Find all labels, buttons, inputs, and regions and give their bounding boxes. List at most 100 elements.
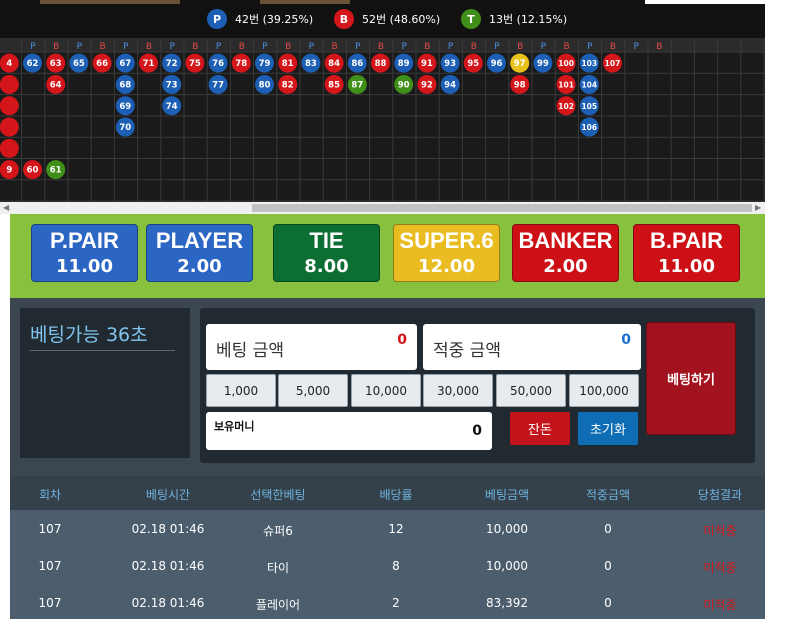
bead-number: 60	[27, 166, 39, 176]
cell-result: 미적중	[703, 561, 737, 575]
bead-number: 104	[581, 80, 597, 89]
table-row: 107 02.18 01:46 타이 8 10,000 0 미적중	[10, 547, 765, 584]
bead-header-label: P	[30, 42, 36, 52]
chip-10000-button[interactable]: 10,000	[351, 374, 421, 407]
win-amount-label: 적중 금액	[433, 341, 501, 361]
bead-number: 106	[581, 123, 597, 132]
baccarat-betting-screen: { "stats": { "player": {"badge": "P", "t…	[0, 0, 800, 619]
bead-number: 67	[119, 59, 131, 69]
bet-odds: 8.00	[304, 256, 349, 277]
bead-header-label: P	[262, 42, 268, 52]
cell-selected-bet: 타이	[266, 561, 290, 575]
bead-header-label: P	[216, 42, 222, 52]
bead-header-label: B	[53, 42, 59, 52]
cell-bet-time: 02.18 01:46	[131, 559, 205, 573]
bead-number: 80	[259, 80, 271, 90]
header-win-amount: 적중금액	[585, 488, 631, 502]
bead-header-label: B	[471, 42, 477, 52]
bet-name: P.PAIR	[50, 228, 119, 253]
bead-banker	[0, 74, 19, 94]
chip-50000-button[interactable]: 50,000	[496, 374, 566, 407]
bead-number: 83	[305, 59, 317, 69]
bead-header-label: B	[517, 42, 523, 52]
cell-result: 미적중	[703, 598, 737, 612]
bead-header-label: B	[564, 42, 570, 52]
bead-header-label: P	[355, 42, 361, 52]
bead-header-label: B	[192, 42, 198, 52]
bet-options-panel: P.PAIR 11.00 PLAYER 2.00 TIE 8.00 SUPER.…	[10, 214, 765, 298]
bead-number: 95	[467, 59, 479, 69]
cell-win-amount: 0	[604, 559, 612, 573]
bead-number: 63	[50, 59, 62, 69]
scrollbar-thumb[interactable]	[252, 204, 752, 212]
bead-number: 103	[581, 59, 597, 68]
timer-box: 베팅가능 36초	[20, 308, 190, 458]
bead-header-label: P	[77, 42, 83, 52]
bead-road: P B P B P B P B P B P B P B P B P B P B P B P B P B P B 4 9 62 60 63 64 61…	[0, 38, 765, 202]
bead-number: 96	[491, 59, 503, 69]
bead-banker	[0, 96, 19, 116]
header-round: 회차	[38, 488, 62, 502]
bead-number: 99	[537, 59, 549, 69]
scroll-left-icon[interactable]: ◀	[3, 203, 9, 212]
cell-bet-amount: 83,392	[486, 596, 528, 610]
chip-30000-button[interactable]: 30,000	[423, 374, 493, 407]
cell-odds: 12	[388, 522, 404, 536]
bet-player-button[interactable]: PLAYER 2.00	[146, 224, 253, 282]
bet-amount-field: 베팅 금액 0	[206, 324, 417, 370]
place-bet-button[interactable]: 베팅하기	[646, 322, 736, 435]
bead-number: 97	[514, 59, 526, 69]
bet-tie-button[interactable]: TIE 8.00	[273, 224, 380, 282]
bead-number: 102	[558, 102, 574, 111]
header-odds: 배당률	[379, 488, 413, 502]
bet-name: B.PAIR	[650, 228, 723, 253]
bead-header-label: P	[494, 42, 500, 52]
bead-number: 90	[398, 80, 410, 90]
bead-number: 70	[119, 123, 131, 133]
table-row: 107 02.18 01:46 슈퍼6 12 10,000 0 미적중	[10, 510, 765, 547]
reset-button[interactable]: 초기화	[578, 412, 638, 445]
table-row: 107 02.18 01:46 플레이어 2 83,392 0 미적중	[10, 584, 765, 619]
bead-number: 61	[50, 166, 62, 176]
bead-header-label: B	[378, 42, 384, 52]
result-statistics-bar: P 42번 (39.25%) B 52번 (48.60%) T 13번 (12.…	[0, 0, 765, 38]
bet-super6-button[interactable]: SUPER.6 12.00	[393, 224, 500, 282]
bet-b-pair-button[interactable]: B.PAIR 11.00	[633, 224, 740, 282]
bead-number: 86	[351, 59, 363, 69]
cell-round: 107	[38, 522, 62, 536]
bead-header-label: P	[123, 42, 129, 52]
bead-number: 69	[119, 102, 131, 112]
bead-number: 73	[166, 80, 178, 90]
remainder-button[interactable]: 잔돈	[510, 412, 570, 445]
cell-bet-time: 02.18 01:46	[131, 522, 205, 536]
bead-number: 105	[581, 102, 597, 111]
chip-1000-button[interactable]: 1,000	[206, 374, 276, 407]
win-amount-field: 적중 금액 0	[423, 324, 641, 370]
cell-win-amount: 0	[604, 596, 612, 610]
tie-stat-text: 13번 (12.15%)	[489, 13, 568, 26]
bead-number: 85	[328, 80, 340, 90]
cell-bet-amount: 10,000	[486, 522, 528, 536]
bead-number: 75	[189, 59, 201, 69]
bead-number: 82	[282, 80, 294, 90]
bead-number: 78	[235, 59, 247, 69]
banker-badge-icon: B	[334, 9, 354, 29]
chip-100000-button[interactable]: 100,000	[569, 374, 639, 407]
bead-header-label: B	[100, 42, 106, 52]
bead-header-label: B	[424, 42, 430, 52]
chip-5000-button[interactable]: 5,000	[278, 374, 348, 407]
cell-round: 107	[38, 559, 62, 573]
bead-header-label: B	[610, 42, 616, 52]
bet-odds: 12.00	[418, 256, 475, 277]
bet-banker-button[interactable]: BANKER 2.00	[512, 224, 619, 282]
player-stat: P 42번 (39.25%)	[207, 9, 313, 29]
bead-number: 100	[558, 59, 574, 68]
player-stat-text: 42번 (39.25%)	[235, 13, 314, 26]
holding-money-field: 보유머니 0	[206, 412, 492, 450]
scroll-right-icon[interactable]: ▶	[755, 203, 761, 212]
bet-p-pair-button[interactable]: P.PAIR 11.00	[31, 224, 138, 282]
bead-number: 65	[73, 59, 85, 69]
bead-road-scrollbar[interactable]: ◀ ▶	[0, 202, 765, 214]
banker-stat-text: 52번 (48.60%)	[362, 13, 441, 26]
bead-banker	[0, 117, 19, 137]
